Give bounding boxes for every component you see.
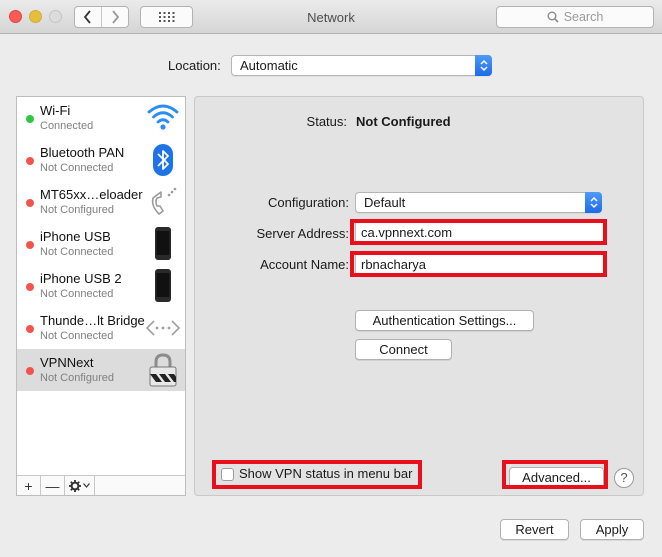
service-item-thunderbolt-bridge[interactable]: Thunde…lt Bridge Not Connected xyxy=(17,307,185,349)
apply-button[interactable]: Apply xyxy=(580,519,644,540)
service-status: Not Connected xyxy=(40,288,114,300)
sidebar-toolbar: + — xyxy=(17,475,185,495)
highlight-box xyxy=(502,460,608,489)
action-menu-button[interactable] xyxy=(65,476,95,495)
service-name: Wi-Fi xyxy=(40,103,71,118)
gear-icon xyxy=(69,479,81,492)
location-popup[interactable]: Automatic xyxy=(231,55,492,76)
service-name: iPhone USB xyxy=(40,229,111,244)
location-label: Location: xyxy=(168,58,221,73)
highlight-box xyxy=(350,251,607,277)
authentication-settings-button[interactable]: Authentication Settings... xyxy=(355,310,534,331)
status-dot xyxy=(26,367,34,375)
revert-button[interactable]: Revert xyxy=(500,519,569,540)
service-status: Not Connected xyxy=(40,162,114,174)
bluetooth-icon xyxy=(153,144,173,176)
updown-arrows-icon xyxy=(475,55,492,76)
highlight-box xyxy=(350,219,607,245)
service-name: Bluetooth PAN xyxy=(40,145,125,160)
service-status: Not Configured xyxy=(40,204,114,216)
service-item-wifi[interactable]: Wi-Fi Connected xyxy=(17,97,185,139)
thunderbolt-bridge-icon xyxy=(145,320,181,336)
search-field[interactable]: Search xyxy=(496,6,654,28)
service-list: Wi-Fi Connected Bluetooth PAN Not Connec… xyxy=(16,96,186,496)
status-dot xyxy=(26,241,34,249)
phone-handset-icon xyxy=(151,187,177,215)
service-item-iphone-usb-2[interactable]: iPhone USB 2 Not Connected xyxy=(17,265,185,307)
service-status: Not Connected xyxy=(40,330,114,342)
configuration-popup[interactable]: Default xyxy=(355,192,602,213)
server-address-label: Server Address: xyxy=(256,226,350,241)
location-value: Automatic xyxy=(240,58,298,73)
title-bar: Network Search xyxy=(0,0,662,34)
service-status: Not Connected xyxy=(40,246,114,258)
updown-arrows-icon xyxy=(585,192,602,213)
service-name: iPhone USB 2 xyxy=(40,271,122,286)
status-label: Status: xyxy=(306,114,347,129)
status-dot xyxy=(26,325,34,333)
chevron-down-icon xyxy=(83,483,90,488)
service-item-mt65xx-preloader[interactable]: MT65xx…eloader Not Configured xyxy=(17,181,185,223)
status-dot xyxy=(26,283,34,291)
account-name-label: Account Name: xyxy=(260,257,349,272)
service-item-bluetooth-pan[interactable]: Bluetooth PAN Not Connected xyxy=(17,139,185,181)
service-name: VPNNext xyxy=(40,355,94,370)
search-placeholder: Search xyxy=(563,10,604,24)
add-service-button[interactable]: + xyxy=(17,476,41,495)
service-status: Connected xyxy=(40,120,94,132)
iphone-icon xyxy=(155,269,171,302)
search-icon xyxy=(547,11,559,23)
help-button[interactable]: ? xyxy=(614,468,634,488)
status-dot xyxy=(26,115,34,123)
configuration-label: Configuration: xyxy=(268,195,349,210)
service-item-iphone-usb[interactable]: iPhone USB Not Connected xyxy=(17,223,185,265)
wifi-icon xyxy=(147,104,179,130)
vpn-lock-icon xyxy=(149,353,177,387)
connect-button[interactable]: Connect xyxy=(355,339,452,360)
remove-service-button[interactable]: — xyxy=(41,476,65,495)
status-value: Not Configured xyxy=(356,114,451,129)
service-name: Thunde…lt Bridge xyxy=(40,313,145,328)
status-dot xyxy=(26,157,34,165)
highlight-box xyxy=(212,460,422,489)
service-name: MT65xx…eloader xyxy=(40,187,143,202)
detail-panel xyxy=(194,96,644,496)
iphone-icon xyxy=(155,227,171,260)
status-dot xyxy=(26,199,34,207)
service-status: Not Configured xyxy=(40,372,114,384)
service-item-vpnnext[interactable]: VPNNext Not Configured xyxy=(17,349,185,391)
configuration-value: Default xyxy=(364,195,406,210)
